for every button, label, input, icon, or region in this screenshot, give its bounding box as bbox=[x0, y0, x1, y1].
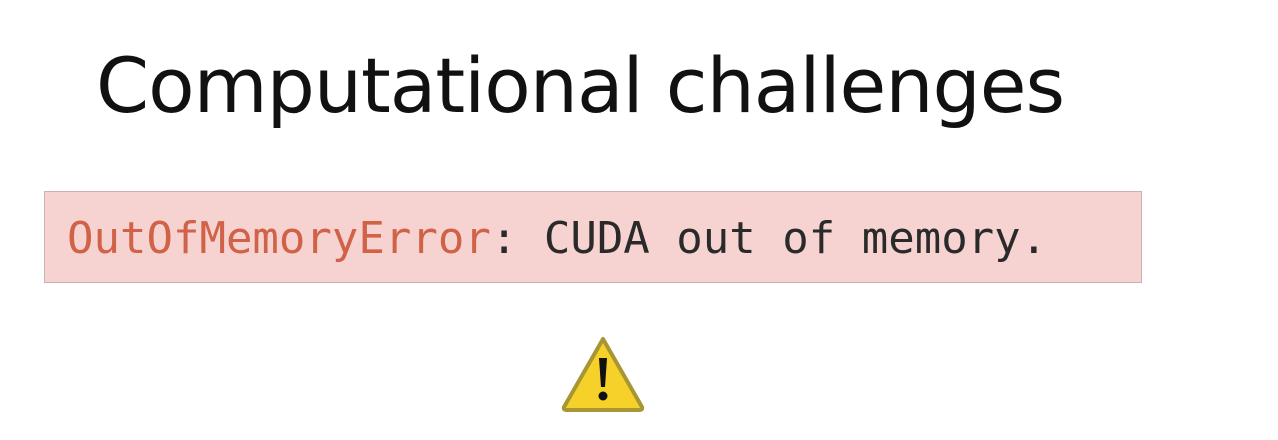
error-message-box: OutOfMemoryError: CUDA out of memory. bbox=[44, 191, 1142, 283]
error-type: OutOfMemoryError bbox=[67, 213, 491, 264]
warning-icon bbox=[561, 337, 645, 412]
error-message-line: OutOfMemoryError: CUDA out of memory. bbox=[67, 213, 1048, 264]
error-message: CUDA out of memory. bbox=[517, 213, 1048, 264]
slide-title: Computational challenges bbox=[96, 41, 1065, 130]
error-separator: : bbox=[490, 213, 518, 264]
slide: Computational challenges OutOfMemoryErro… bbox=[0, 0, 1278, 440]
